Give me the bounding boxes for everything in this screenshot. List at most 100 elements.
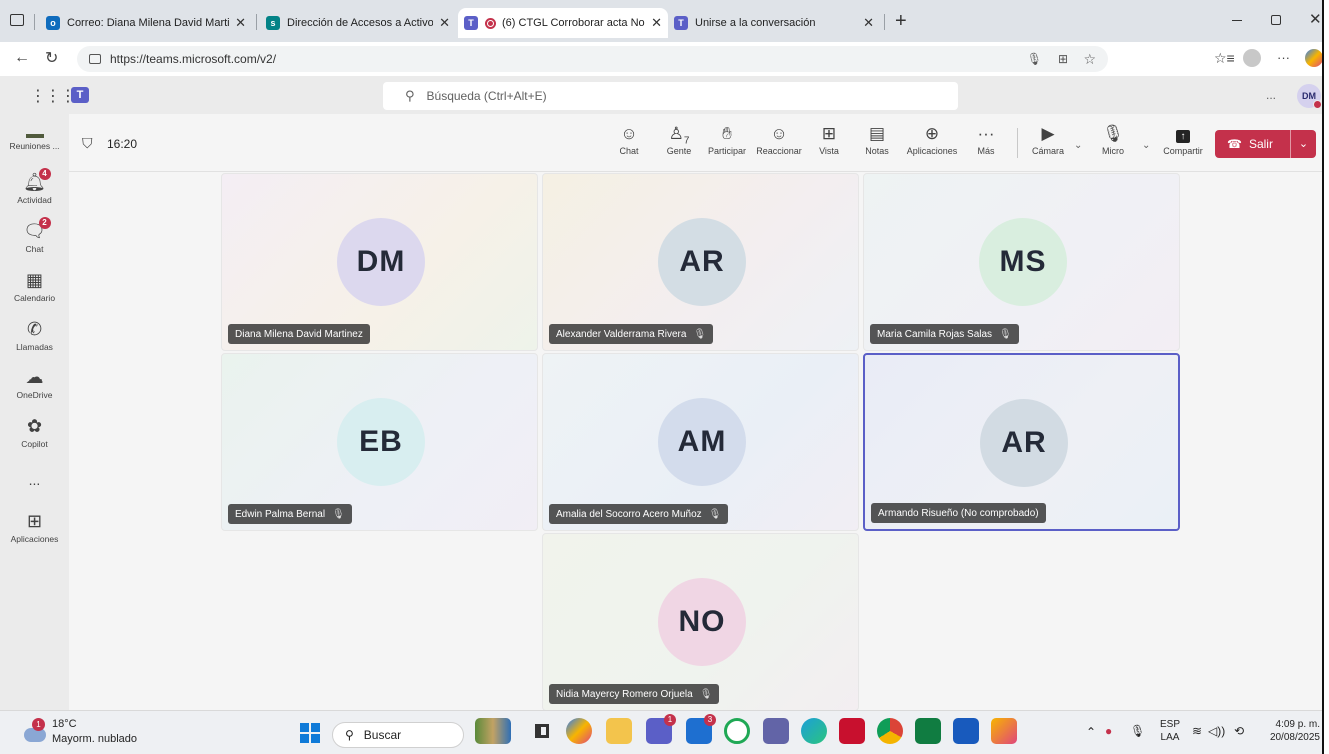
view-button[interactable]: ⊞ Vista [814,124,844,156]
weather-temp: 18°C [52,718,77,730]
teams-avatar[interactable]: DM [1297,84,1322,109]
rail-item-copilot[interactable]: ✿ Copilot [0,416,69,449]
more-button[interactable]: ··· Más [972,124,1000,156]
taskbar-app-copilot[interactable] [566,718,592,744]
share-button[interactable]: ↑ Compartir [1158,124,1208,156]
battery-icon[interactable]: ⟲ [1234,724,1244,738]
people-button[interactable]: ♙7 Gente [662,124,696,156]
leave-chevron-icon[interactable]: ⌄ [1290,130,1316,158]
address-bar[interactable]: https://teams.microsoft.com/v2/ 🎙 ⊞ ☆ [77,46,1108,72]
participant-tile[interactable]: DM Diana Milena David Martinez [221,173,538,351]
close-tab-icon[interactable]: ✕ [863,15,874,31]
close-tab-icon[interactable]: ✕ [651,15,662,31]
weather-widget[interactable]: 1 18°C Mayorm. nublado [22,718,142,750]
rail-item-calendar[interactable]: ▦ Calendario [0,270,69,303]
taskbar-app-edge[interactable] [801,718,827,744]
app-launcher-icon[interactable]: ⋮⋮⋮ [30,86,76,106]
rail-item-apps[interactable]: ⊞ Aplicaciones [0,511,69,544]
rail-item-activity[interactable]: 🔔︎ 4 Actividad [0,168,69,205]
split-screen-icon[interactable]: ⊞ [1058,52,1068,66]
tab-correo[interactable]: o Correo: Diana Milena David Marti ✕ [40,8,252,38]
chat-icon: 🗨︎ 2 [23,217,51,241]
react-button[interactable]: ☺ Reaccionar [752,124,806,156]
rail-item-calls[interactable]: ✆ Llamadas [0,319,69,352]
show-hidden-icons-icon[interactable]: ⌃ [1086,725,1096,739]
wifi-icon[interactable]: ≋ [1192,724,1202,738]
react-label: Reaccionar [756,146,802,156]
tab-direccion[interactable]: s Dirección de Accesos a Activos P ✕ [260,8,456,38]
presence-busy-icon [1313,100,1322,109]
browser-profile-avatar[interactable] [1243,49,1261,67]
participant-avatar: DM [337,218,425,306]
search-input[interactable]: ⚲ Búsqueda (Ctrl+Alt+E) [383,82,958,110]
meeting-timer: 16:20 [107,137,138,151]
taskbar-app-whatsapp[interactable] [724,718,750,744]
rail-item-onedrive[interactable]: ☁︎ OneDrive [0,367,69,400]
browser-menu-icon[interactable]: ··· [1277,50,1290,65]
participant-tile[interactable]: AM Amalia del Socorro Acero Muñoz 🎙︎ [542,353,859,531]
apps-button[interactable]: ⊕ Aplicaciones [903,124,961,156]
rail-label: Llamadas [16,342,53,352]
mic-muted-icon: 🎙︎ [999,328,1012,340]
taskbar-app-explorer[interactable] [606,718,632,744]
copilot-browser-icon[interactable] [1305,49,1323,67]
mic-button[interactable]: 🎙︎ Micro [1098,124,1128,156]
tray-mic-icon[interactable]: 🎙︎ [1130,724,1145,738]
taskbar-app-mcafee[interactable] [839,718,865,744]
close-window-icon[interactable]: ✕ [1309,10,1322,28]
taskbar-app-outlook-new[interactable]: 3 [686,714,716,744]
favorites-icon[interactable]: ☆≡ [1214,50,1235,67]
tab-ctgl-meeting[interactable]: T (6) CTGL Corroborar acta No ✕ [458,8,668,38]
camera-button[interactable]: ▶︎ Cámara [1030,124,1066,156]
leave-button[interactable]: ☎ Salir ⌄ [1215,130,1316,158]
new-tab-button[interactable]: + [895,10,907,33]
rail-item-more[interactable]: ... [0,472,69,488]
teams-logo-icon: T [71,87,89,103]
camera-options-chevron-icon[interactable]: ⌄ [1074,140,1082,151]
page-info-icon[interactable] [89,54,101,64]
taskbar-app-widgets[interactable] [475,718,511,744]
language-indicator[interactable]: ESP LAA [1160,718,1180,744]
taskbar-app-chrome[interactable] [877,718,903,744]
participant-tile[interactable]: AR Armando Risueño (No comprobado) [863,353,1180,531]
tab-unirse[interactable]: T Unirse a la conversación ✕ [668,8,880,38]
tray-icon[interactable]: ● [1105,724,1112,738]
rail-label: Aplicaciones [10,534,59,544]
url-text: https://teams.microsoft.com/v2/ [110,52,277,66]
refresh-icon[interactable]: ↻ [45,48,58,68]
notes-button[interactable]: ▤ Notas [862,124,892,156]
tab-actions-icon[interactable] [10,14,24,26]
weather-badge: 1 [32,718,45,731]
close-tab-icon[interactable]: ✕ [235,15,246,31]
close-tab-icon[interactable]: ✕ [439,15,450,31]
start-button[interactable] [300,723,320,743]
taskbar-app-excel[interactable] [915,718,941,744]
share-label: Compartir [1163,146,1203,156]
rail-item-chat[interactable]: 🗨︎ 2 Chat [0,217,69,254]
participant-avatar: MS [979,218,1067,306]
volume-icon[interactable]: ◁)) [1208,724,1225,738]
taskbar-app-word[interactable] [953,718,979,744]
taskbar-app-taskview[interactable] [529,718,555,744]
clock[interactable]: 4:09 p. m. 20/08/2025 [1262,718,1320,744]
settings-more-icon[interactable]: ... [1266,88,1276,102]
add-app-icon: ⊕ [924,124,940,143]
chat-button[interactable]: ☺︎ Chat [614,124,644,156]
mic-icon[interactable]: 🎙 [1027,52,1042,66]
participant-tile[interactable]: EB Edwin Palma Bernal 🎙︎ [221,353,538,531]
taskbar-app-other[interactable] [991,718,1017,744]
participant-tile[interactable]: NO Nidia Mayercy Romero Orjuela 🎙︎ [542,533,859,711]
favorite-star-icon[interactable]: ☆ [1083,51,1096,68]
rail-item-meetings[interactable]: Reuniones ... [0,126,69,151]
mic-options-chevron-icon[interactable]: ⌄ [1142,140,1150,151]
taskbar-search[interactable]: ⚲ Buscar [332,722,464,748]
raise-hand-button[interactable]: ✋︎ Participar [704,124,750,156]
participant-tile[interactable]: AR Alexander Valderrama Rivera 🎙︎ [542,173,859,351]
minimize-icon[interactable] [1232,20,1242,21]
back-icon[interactable]: ← [14,49,30,67]
taskbar-app-teams-classic[interactable] [763,718,789,744]
restore-icon[interactable] [1271,15,1281,25]
taskbar-app-teams[interactable]: 1 [646,714,676,744]
participant-tile[interactable]: MS Maria Camila Rojas Salas 🎙︎ [863,173,1180,351]
chat-label: Chat [619,146,639,156]
